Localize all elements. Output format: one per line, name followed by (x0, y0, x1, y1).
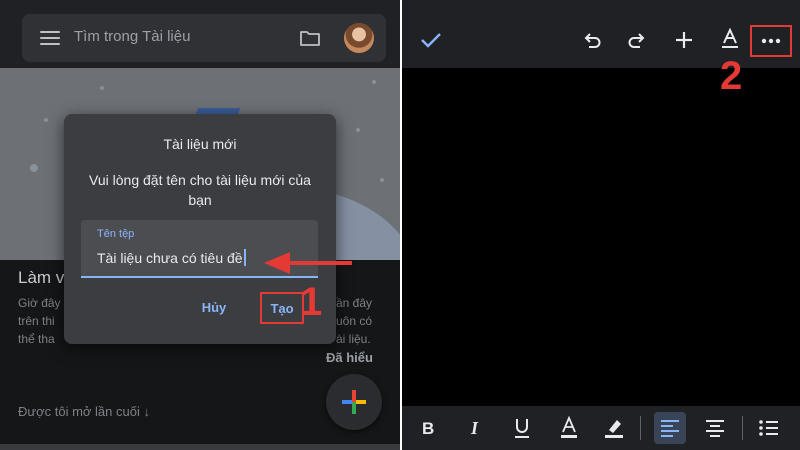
more-icon (761, 38, 781, 44)
redo-icon[interactable] (627, 30, 647, 50)
more-button[interactable] (750, 25, 792, 57)
folder-icon[interactable] (300, 29, 320, 47)
highlight-icon[interactable] (603, 416, 625, 440)
dialog-message: Vui lòng đặt tên cho tài liệu mới của bạ… (89, 172, 311, 208)
top-bar: Tìm trong Tài liệu (0, 0, 400, 68)
align-left-icon (661, 420, 679, 437)
align-center-icon[interactable] (704, 416, 726, 440)
undo-icon[interactable] (582, 30, 602, 50)
search-input[interactable]: Tìm trong Tài liệu (74, 28, 190, 45)
underline-icon[interactable] (513, 416, 531, 440)
annotation-arrow (264, 252, 352, 274)
new-document-dialog: Tài liệu mới Vui lòng đặt tên cho tài li… (64, 114, 336, 344)
file-name-label: Tên tệp (97, 228, 135, 240)
text-color-icon[interactable] (559, 416, 579, 440)
annotation-number-1: 1 (300, 280, 323, 324)
text-format-icon[interactable] (720, 28, 740, 50)
dismiss-button[interactable]: Đã hiểu (326, 350, 373, 365)
menu-icon[interactable] (40, 31, 60, 45)
right-panel: 2 B I (402, 0, 800, 450)
cancel-button[interactable]: Hủy (192, 294, 236, 322)
bold-icon[interactable]: B (420, 416, 436, 440)
add-icon[interactable] (674, 30, 694, 50)
annotation-number-2: 2 (720, 54, 743, 98)
svg-text:I: I (470, 418, 479, 438)
format-toolbar: B I (402, 406, 800, 450)
onboarding-title: Làm v (18, 268, 65, 287)
italic-icon[interactable]: I (468, 416, 484, 440)
avatar[interactable] (344, 23, 374, 53)
svg-text:B: B (422, 419, 434, 438)
sort-recent-label[interactable]: Được tôi mở lần cuối ↓ (18, 404, 150, 419)
bulleted-list-icon[interactable] (758, 416, 780, 440)
file-name-input[interactable]: Tài liệu chưa có tiêu đề (97, 249, 246, 266)
left-panel: Tìm trong Tài liệu Làm v Giờ đây trên th… (0, 0, 400, 450)
plus-colorful-icon (342, 390, 366, 414)
align-left-button[interactable] (654, 412, 686, 444)
create-button[interactable]: Tạo (260, 292, 304, 324)
new-document-button[interactable] (326, 374, 382, 430)
search-bar[interactable]: Tìm trong Tài liệu (22, 14, 386, 62)
dialog-title: Tài liệu mới (163, 136, 237, 152)
onboarding-body-right: ần đây uôn có ài liệu. (336, 296, 373, 346)
check-icon[interactable] (420, 32, 442, 48)
